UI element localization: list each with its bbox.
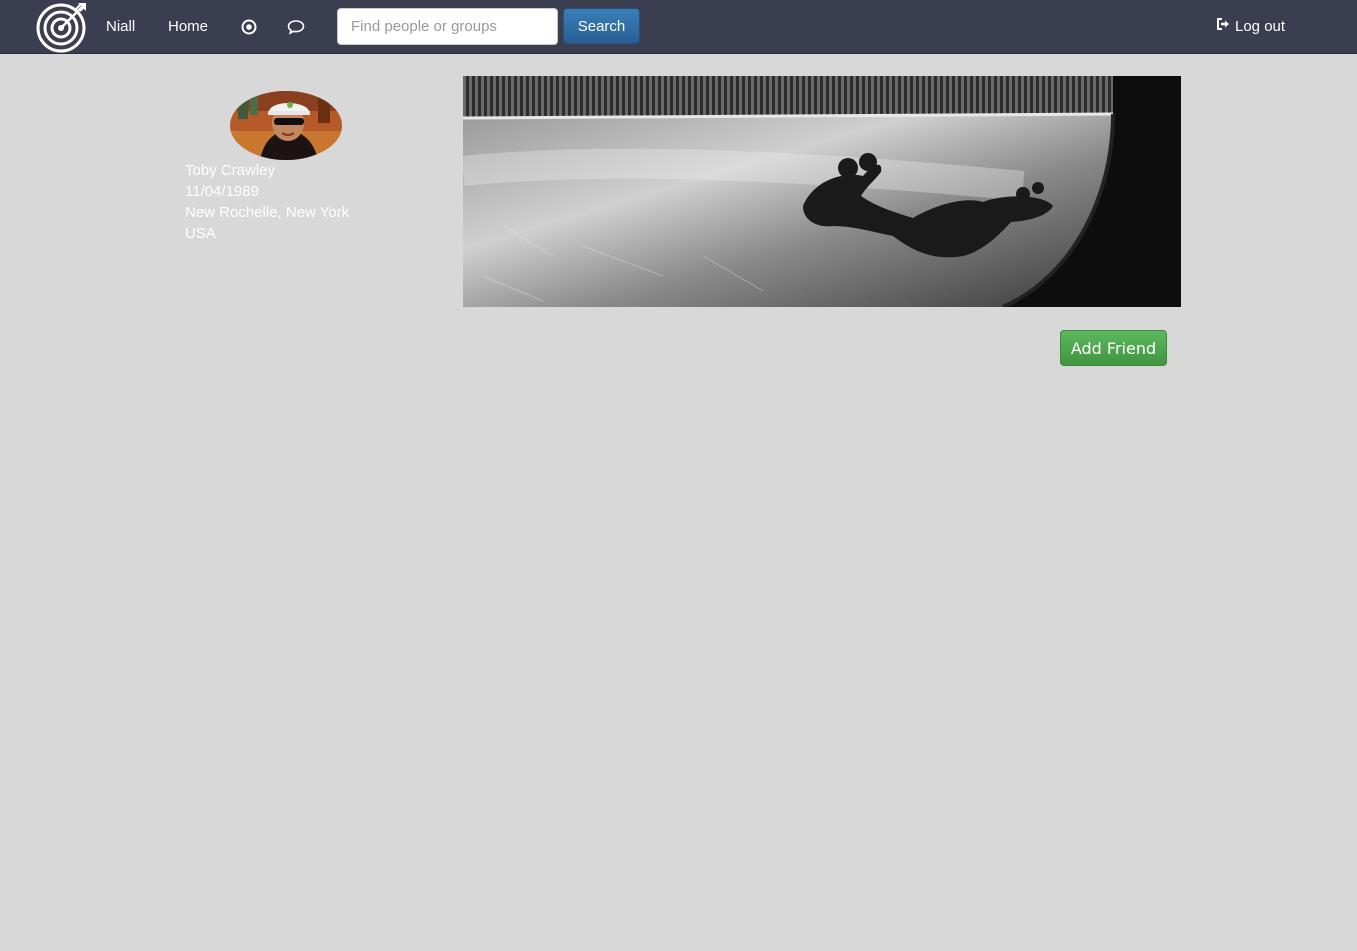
search-button[interactable]: Search [563, 8, 640, 44]
search-input[interactable] [337, 8, 558, 45]
profile-birth-date: 11/04/1989 [185, 183, 259, 200]
logout-icon [1216, 0, 1230, 53]
add-friend-button[interactable]: Add Friend [1060, 330, 1167, 366]
profile-country: USA [185, 225, 216, 242]
profile-info: Toby Crawley 11/04/1989 New Rochelle, Ne… [185, 160, 349, 244]
logout-label: Log out [1235, 18, 1286, 35]
chat-bubble-icon[interactable] [287, 19, 305, 35]
nav-home-link[interactable]: Home [168, 0, 208, 53]
logout-link[interactable]: Log out [1216, 0, 1285, 53]
target-icon[interactable] [241, 19, 257, 35]
profile-city: New Rochelle, New York [185, 204, 350, 221]
profile-name: Toby Crawley [185, 162, 276, 179]
nav-user-name[interactable]: Niall [106, 0, 135, 53]
top-navbar: Niall Home Search Log out [0, 0, 1357, 54]
target-logo-icon[interactable] [34, 1, 88, 53]
profile-avatar[interactable] [230, 91, 342, 160]
cover-photo [463, 76, 1181, 307]
